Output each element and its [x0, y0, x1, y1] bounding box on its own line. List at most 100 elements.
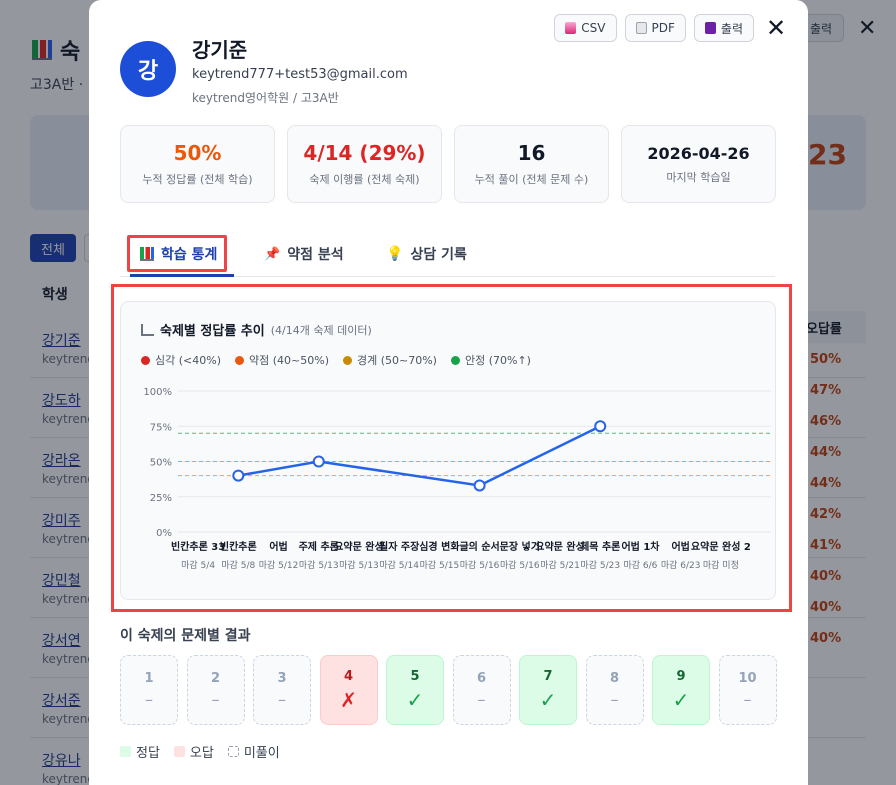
modal-actions: CSV PDF 출력: [554, 14, 754, 42]
legend-item-stable: 안정 (70%↑): [450, 352, 531, 368]
problem-card-7[interactable]: 7 ✓: [519, 655, 577, 725]
key-unsolved: 미풀이: [227, 742, 280, 761]
student-name: 강기준: [192, 38, 248, 62]
results-key: 정답 오답 미풀이: [120, 742, 280, 761]
x-tick-label: 어법: [269, 540, 287, 553]
stat-card-accuracy: 50% 누적 정답률 (전체 학습): [120, 125, 275, 203]
avatar: 강: [120, 41, 176, 97]
x-tick-label: 어법 1차: [621, 540, 660, 553]
problem-card-1[interactable]: 1–: [120, 655, 178, 725]
problem-result-mark: ✓: [539, 687, 557, 712]
y-tick-label: 0%: [156, 528, 172, 539]
x-tick-label: 심경 변화: [419, 540, 460, 553]
x-tick-date: 마감 5/13: [299, 559, 339, 571]
stat-label: 마지막 학습일: [666, 170, 731, 184]
tab-weakness-analysis[interactable]: 📌 약점 분석: [264, 233, 344, 275]
x-tick-date: 마감 5/21: [540, 559, 580, 571]
legend-item-caution: 경계 (50~70%): [342, 352, 437, 368]
active-tab-underline: [130, 274, 234, 277]
x-tick-label: 필자 주장: [379, 540, 420, 553]
results-title: 이 숙제의 문제별 결과: [120, 628, 251, 644]
problem-card-8[interactable]: 8–: [585, 655, 644, 725]
y-tick-label: 75%: [150, 422, 172, 433]
problem-result-mark: ✓: [672, 687, 690, 712]
stat-card-homework-completion: 4/14 (29%) 숙제 이행률 (전체 숙제): [287, 125, 442, 203]
x-tick-label: 요약문 완성: [334, 540, 383, 553]
tab-study-stats[interactable]: 학습 통계: [140, 233, 217, 275]
trend-chart-icon: [141, 323, 154, 336]
x-tick-date: 마감 5/23: [580, 559, 620, 571]
problem-result-mark: –: [743, 690, 752, 709]
problem-number: 4: [343, 668, 354, 684]
problem-number: 9: [676, 668, 686, 684]
problem-card-9[interactable]: 9 ✓: [652, 655, 710, 725]
student-org: keytrend영어학원 / 고3A반: [192, 91, 339, 105]
key-wrong: 오답: [173, 742, 214, 761]
student-detail-modal: CSV PDF 출력 ✕ 강 강기준 keytrend777+test53@gm…: [89, 0, 808, 785]
x-tick-label: 빈칸추론 33: [171, 540, 225, 553]
problem-card-5[interactable]: 5 ✓: [386, 655, 444, 725]
pdf-button[interactable]: PDF: [624, 14, 686, 42]
x-tick-date: 마감 6/6: [624, 559, 658, 571]
stat-card-last-study-date: 2026-04-26 마지막 학습일: [621, 125, 776, 203]
y-tick-label: 25%: [150, 493, 172, 504]
x-tick-date: 마감 5/16: [460, 559, 500, 571]
problem-number: 7: [543, 668, 553, 684]
problem-card-10[interactable]: 10 –: [718, 655, 777, 725]
problem-card-2[interactable]: 2–: [186, 655, 245, 725]
problem-card-4[interactable]: 4 ✗: [319, 655, 378, 725]
stat-label: 숙제 이행률 (전체 숙제): [309, 173, 420, 186]
x-tick-date: 마감 6/23: [661, 559, 701, 571]
y-tick-label: 100%: [143, 387, 172, 398]
stat-value: 50%: [173, 141, 222, 165]
problem-result-mark: ✓: [406, 687, 424, 712]
stat-value: 2026-04-26: [647, 143, 750, 163]
x-tick-date: 마감 5/15: [420, 559, 460, 571]
key-swatch: [173, 746, 185, 757]
csv-button[interactable]: CSV: [554, 14, 617, 42]
problem-result-mark: –: [610, 690, 619, 709]
printer-icon: [704, 22, 716, 34]
problem-result-mark: ✗: [340, 687, 357, 712]
x-tick-label: 요약문 완성: [535, 540, 584, 553]
data-point: [594, 420, 607, 433]
x-tick-date: 마감 5/14: [379, 559, 419, 571]
stat-value: 16: [517, 141, 546, 165]
x-tick-label: 요약문 완성 2: [691, 540, 751, 553]
problem-card-3[interactable]: 3–: [253, 655, 311, 725]
x-tick-date: 마감 5/4: [181, 559, 215, 571]
problem-number: 5: [410, 668, 420, 684]
x-tick-date: 마감 5/16: [500, 559, 540, 571]
problem-result-mark: –: [145, 690, 153, 709]
csv-icon: [565, 22, 577, 34]
key-swatch: [227, 746, 239, 757]
key-swatch: [120, 746, 131, 757]
y-tick-label: 50%: [150, 458, 172, 469]
x-tick-date: 마감 미정: [703, 559, 739, 571]
data-point: [473, 479, 486, 492]
problem-number: 10: [738, 671, 757, 686]
problem-number: 2: [210, 671, 221, 686]
problem-number: 6: [476, 671, 487, 686]
stat-card-total-solved: 16 누적 풀이 (전체 문제 수): [454, 125, 609, 203]
chart-title: 숙제별 정답률 추이 (4/14개 숙제 데이터): [141, 320, 372, 339]
x-tick-label: 제목 추론: [580, 540, 620, 553]
accuracy-line-chart: 0% 25% 50% 75% 100% 빈칸추론 33 마감 5/4 빈칸추론마감 5/8 어법…: [143, 387, 771, 571]
stat-label: 누적 풀이 (전체 문제 수): [474, 173, 589, 186]
print-button[interactable]: 출력: [693, 14, 754, 42]
legend-item-weak: 약점 (40~50%): [235, 352, 329, 368]
problem-results: 1–2–3–4 ✗ 5 ✓ 6–7 ✓ 8–9 ✓ 10–: [120, 655, 777, 725]
close-icon[interactable]: ✕: [764, 14, 788, 42]
student-email: keytrend777+test53@gmail.com: [192, 67, 408, 82]
x-tick-date: 마감 5/12: [259, 559, 299, 571]
problem-card-6[interactable]: 6–: [452, 655, 511, 725]
stat-label: 누적 정답률 (전체 학습): [142, 173, 253, 186]
problem-number: 3: [277, 671, 287, 686]
legend-dot: [450, 355, 460, 365]
chart-legend: 심각 (<40%) 약점 (40~50%) 경계 (50~70%) 안정 (70…: [141, 352, 531, 368]
legend-dot: [141, 355, 150, 365]
tab-counseling-records[interactable]: 💡 상담 기록: [386, 233, 467, 275]
series-line: [238, 425, 601, 487]
tab-bar: 학습 통계 📌 약점 분석 💡 상담 기록: [120, 233, 775, 277]
x-tick-label: 글의 순서: [459, 540, 499, 553]
